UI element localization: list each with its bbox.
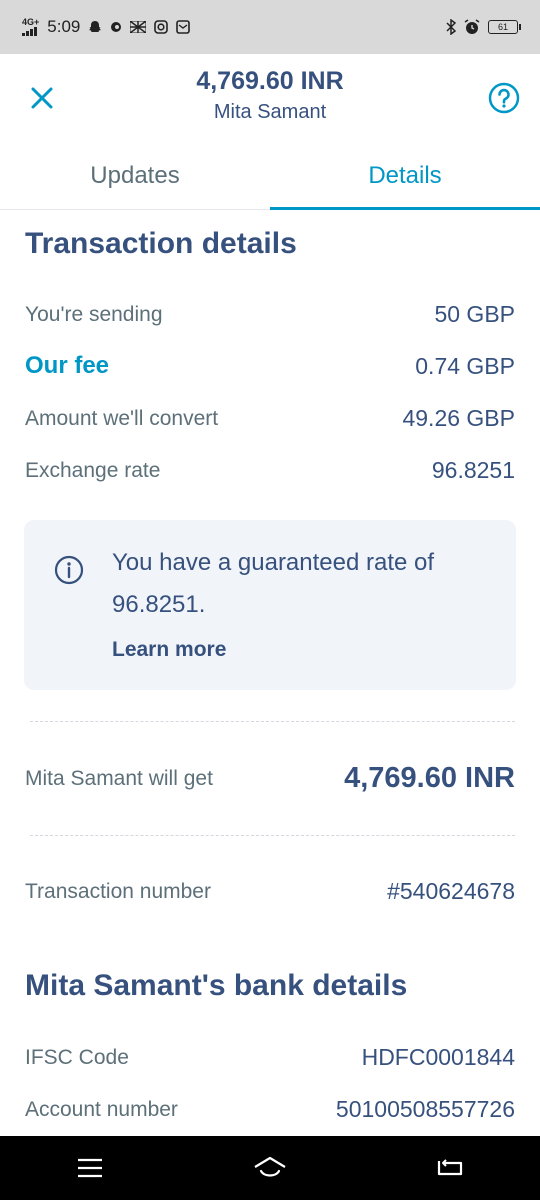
flag-icon [130,21,147,33]
fee-row: Our fee 0.74 GBP [25,352,515,380]
mail-icon [176,20,191,34]
ifsc-value: HDFC0001844 [361,1044,515,1070]
alarm-icon [464,19,480,34]
back-icon [437,1159,463,1176]
divider [30,721,515,722]
sending-value: 50 GBP [434,301,515,327]
details-content[interactable]: Transaction details You're sending 50 GB… [0,211,540,1136]
info-icon [54,555,84,585]
transaction-number-label: Transaction number [25,879,211,903]
transaction-number-value: #540624678 [387,878,515,904]
status-time: 5:09 [47,17,81,36]
ifsc-row: IFSC Code HDFC0001844 [25,1044,515,1071]
ifsc-label: IFSC Code [25,1045,129,1069]
transfer-amount-title: 4,769.60 INR [196,67,344,95]
menu-button[interactable] [60,1148,120,1188]
account-number-value: 50100508557726 [335,1096,515,1122]
exchange-rate-row: Exchange rate 96.8251 [25,457,515,484]
recipient-gets-value: 4,769.60 INR [344,762,515,794]
notification-icons [88,20,191,34]
help-icon [488,82,520,114]
app-notification-icon [111,22,122,32]
status-bar: 4G+ 5:09 61 [0,0,540,54]
fee-value: 0.74 GBP [415,352,515,379]
sending-row: You're sending 50 GBP [25,301,515,328]
home-button[interactable] [240,1148,300,1188]
back-button[interactable] [420,1148,480,1188]
battery-icon: 61 [488,20,521,34]
status-right: 61 [446,19,521,35]
guaranteed-rate-box: You have a guaranteed rate of 96.8251. L… [24,520,516,690]
help-button[interactable] [488,82,520,114]
recipient-gets-label: Mita Samant will get [25,766,213,790]
home-icon [254,1156,286,1177]
bluetooth-icon [446,19,456,35]
learn-more-link[interactable]: Learn more [112,638,226,662]
signal-icon: 4G+ [22,18,39,36]
sending-label: You're sending [25,302,163,326]
convert-value: 49.26 GBP [402,405,515,431]
exchange-rate-label: Exchange rate [25,458,161,482]
menu-icon [78,1158,102,1178]
our-fee-link[interactable]: Our fee [25,352,109,380]
tab-updates[interactable]: Updates [0,142,270,209]
system-nav-bar [0,1136,540,1200]
account-number-label: Account number [25,1097,178,1121]
recipient-name: Mita Samant [213,101,327,123]
instagram-icon [154,20,169,34]
bank-details-title: Mita Samant's bank details [25,969,408,1002]
battery-level: 61 [497,22,508,32]
snapchat-icon [89,21,102,32]
convert-row: Amount we'll convert 49.26 GBP [25,405,515,432]
divider [30,835,515,836]
status-left: 4G+ 5:09 [22,17,191,37]
tab-details[interactable]: Details [270,142,540,210]
guaranteed-rate-text: You have a guaranteed rate of 96.8251. [112,549,435,618]
recipient-gets-row: Mita Samant will get 4,769.60 INR [25,762,515,795]
exchange-rate-value: 96.8251 [431,457,515,483]
network-type: 4G+ [22,17,40,27]
convert-label: Amount we'll convert [25,406,219,430]
header: 4,769.60 INR Mita Samant [0,54,540,142]
tab-bar: Updates Details [0,142,540,210]
transaction-details-title: Transaction details [25,227,297,260]
account-number-row: Account number 50100508557726 [25,1096,515,1123]
transaction-number-row: Transaction number #540624678 [25,878,515,905]
